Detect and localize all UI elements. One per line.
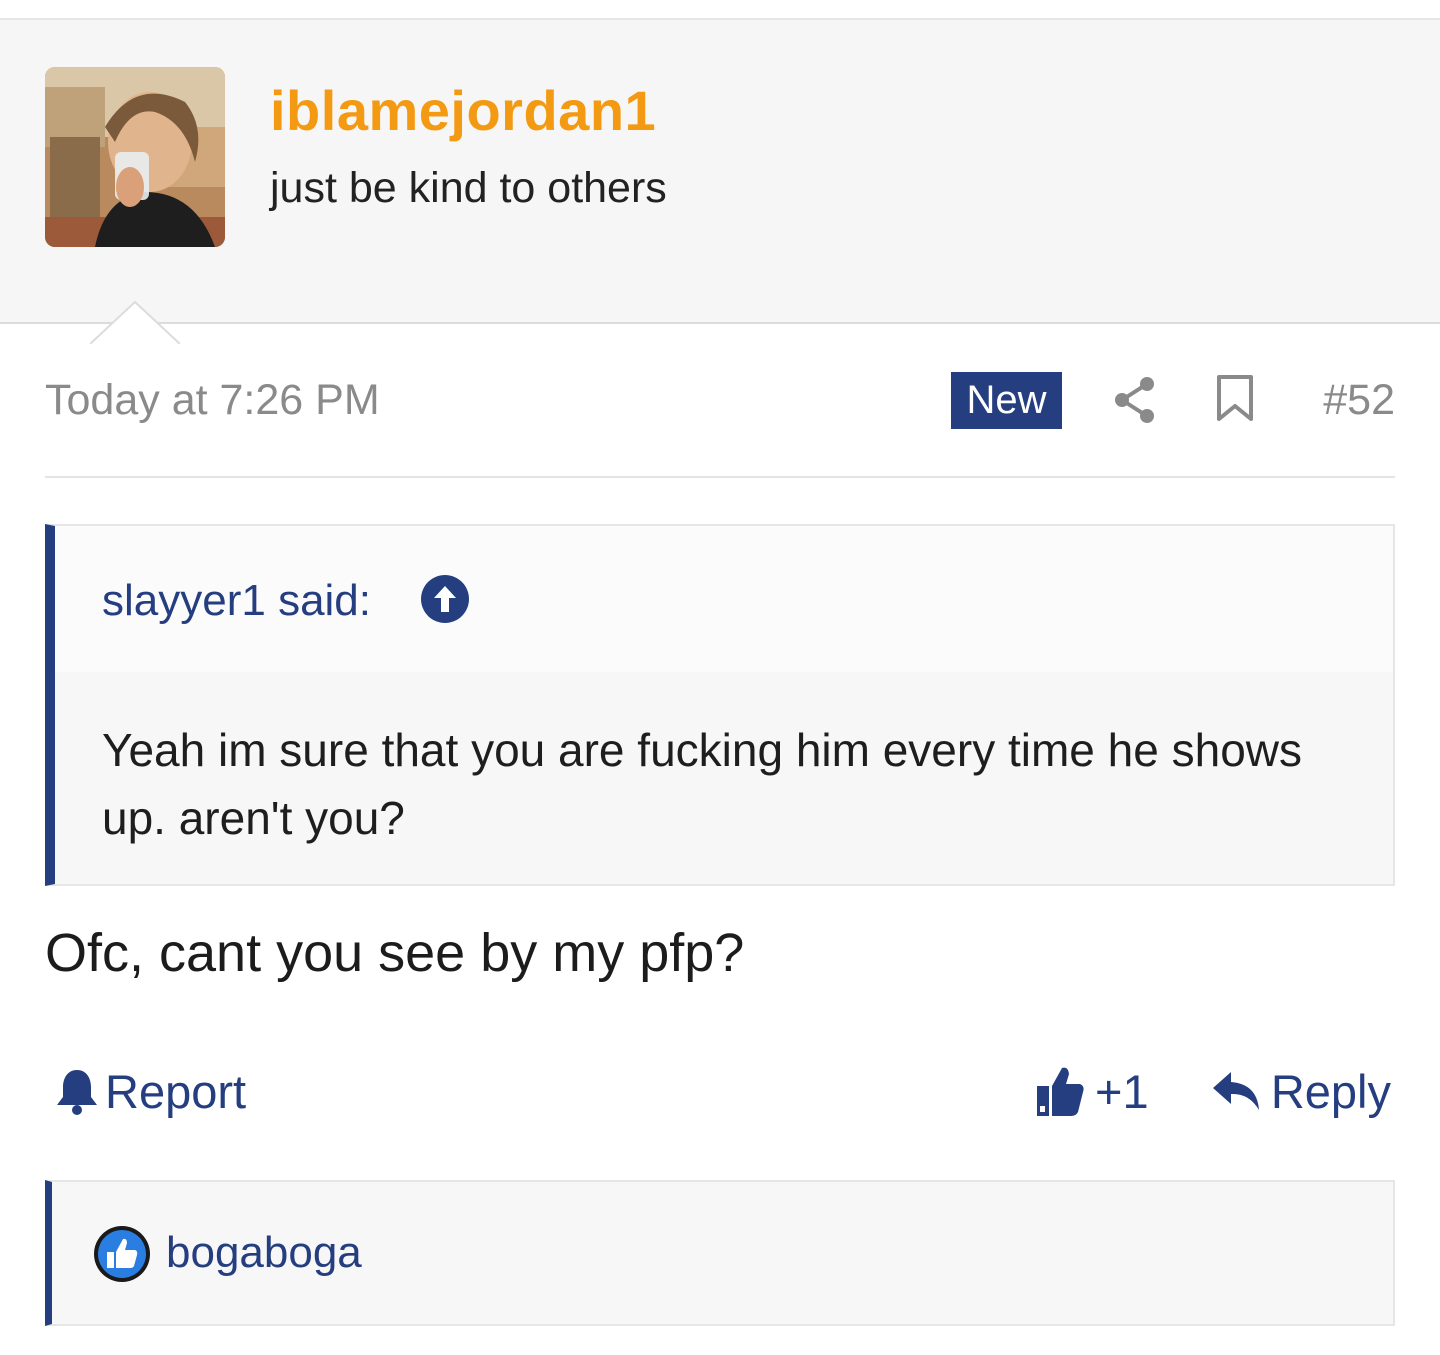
thumbs-up-icon (1037, 1067, 1084, 1116)
like-button[interactable]: +1 (1035, 1056, 1149, 1126)
user-header: iblamejordan1 just be kind to others (0, 20, 1440, 344)
arrow-up-circle-icon[interactable] (420, 574, 470, 624)
quote-block: slayyer1 said: Yeah im sure that you are… (45, 524, 1395, 886)
quote-text: Yeah im sure that you are fucking him ev… (102, 724, 1302, 844)
post-actions: Report +1 Reply (45, 1056, 1395, 1126)
share-icon[interactable] (1113, 376, 1157, 424)
user-title: just be kind to others (270, 164, 667, 212)
post-number-link[interactable]: #52 (1323, 376, 1395, 425)
bell-icon (57, 1070, 97, 1115)
like-count: +1 (1095, 1064, 1149, 1118)
quote-author[interactable]: slayyer1 said: (102, 576, 371, 626)
avatar[interactable] (45, 67, 225, 247)
post-body: Ofc, cant you see by my pfp? (45, 923, 745, 983)
message-pointer (90, 300, 180, 344)
meta-divider (45, 476, 1395, 478)
reply-button[interactable]: Reply (1211, 1056, 1391, 1126)
reply-icon (1212, 1072, 1259, 1110)
reply-label: Reply (1270, 1064, 1391, 1118)
post-timestamp[interactable]: Today at 7:26 PM (45, 376, 380, 425)
bookmark-icon[interactable] (1215, 374, 1255, 422)
reactions-bar[interactable]: bogaboga (45, 1180, 1395, 1326)
new-badge: New (951, 372, 1062, 429)
username[interactable]: iblamejordan1 (270, 78, 656, 143)
reaction-users[interactable]: bogaboga (166, 1228, 362, 1278)
report-label: Report (105, 1064, 247, 1118)
post-meta: Today at 7:26 PM New #52 (45, 360, 1395, 440)
report-button[interactable]: Report (55, 1056, 246, 1126)
like-reaction-icon (94, 1226, 150, 1282)
quote-header: slayyer1 said: (55, 526, 1393, 672)
